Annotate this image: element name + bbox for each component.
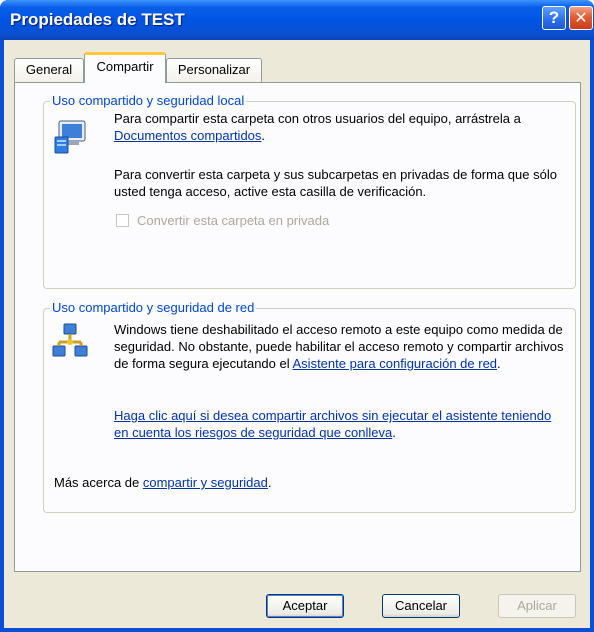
apply-button[interactable]: Aplicar [498, 594, 576, 618]
dialog-window: Propiedades de TEST ? ✕ General Comparti… [0, 0, 594, 632]
local-sharing-group: Uso compartido y seguridad local Para co… [43, 93, 576, 289]
network-sharing-heading: Uso compartido y seguridad de red [50, 300, 257, 315]
tab-compartir[interactable]: Compartir [84, 52, 166, 83]
sharing-security-link[interactable]: compartir y seguridad [143, 475, 268, 490]
help-button[interactable]: ? [542, 6, 566, 30]
share-without-wizard: Haga clic aquí si desea compartir archiv… [114, 407, 569, 441]
help-icon: ? [548, 8, 560, 27]
computer-icon [51, 119, 89, 155]
cancel-button[interactable]: Cancelar [382, 594, 460, 618]
local-sharing-heading: Uso compartido y seguridad local [50, 93, 247, 108]
close-icon: ✕ [574, 8, 588, 27]
local-sharing-text: Para compartir esta carpeta con otros us… [114, 111, 521, 126]
window-title: Propiedades de TEST [10, 10, 185, 29]
network-sharing-description: Windows tiene deshabilitado el acceso re… [114, 321, 569, 372]
private-folder-checkbox-label: Convertir esta carpeta en privada [137, 213, 330, 228]
title-bar[interactable]: Propiedades de TEST ? ✕ [0, 0, 594, 40]
network-sharing-text-end: . [497, 356, 501, 371]
tab-panel-compartir: Uso compartido y seguridad local Para co… [14, 82, 581, 572]
network-setup-wizard-link[interactable]: Asistente para configuración de red [293, 356, 498, 371]
local-sharing-text-end: . [261, 128, 266, 143]
local-sharing-description: Para compartir esta carpeta con otros us… [114, 110, 569, 144]
private-folder-checkbox[interactable] [116, 214, 129, 227]
tab-general[interactable]: General [14, 58, 84, 82]
ok-button[interactable]: Aceptar [266, 594, 344, 618]
network-sharing-group: Uso compartido y seguridad de red Window… [43, 300, 576, 513]
dialog-client-area: General Compartir Personalizar Uso compa… [4, 40, 590, 628]
more-about-sharing: Más acerca de compartir y seguridad. [54, 474, 554, 491]
more-about-sharing-text: Más acerca de [54, 475, 143, 490]
share-without-wizard-end: . [392, 425, 396, 440]
private-folder-description: Para convertir esta carpeta y sus subcar… [114, 167, 557, 199]
network-icon [51, 322, 89, 360]
share-without-wizard-link[interactable]: Haga clic aquí si desea compartir archiv… [114, 408, 551, 440]
more-about-sharing-end: . [267, 475, 272, 490]
tab-personalizar[interactable]: Personalizar [166, 58, 262, 82]
shared-documents-link[interactable]: Documentos compartidos [114, 128, 261, 143]
close-button[interactable]: ✕ [569, 6, 593, 30]
